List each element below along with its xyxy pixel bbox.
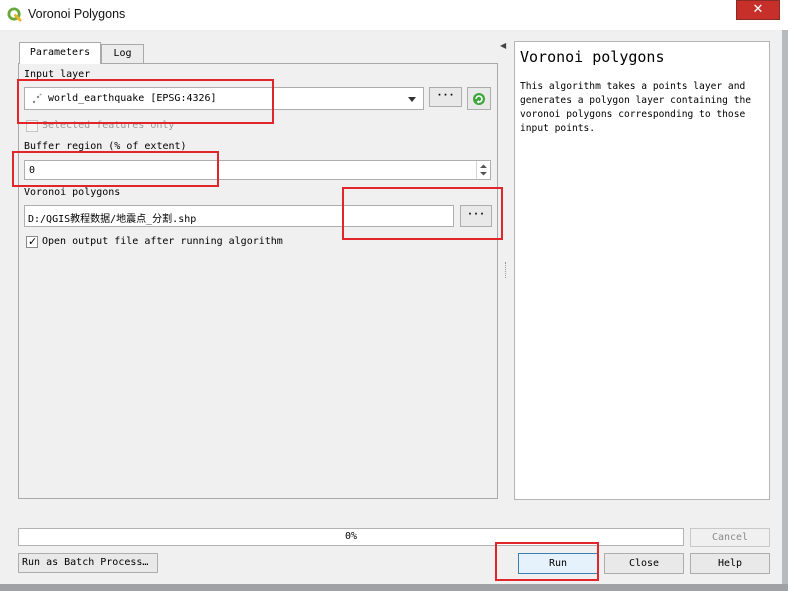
selected-only-checkbox[interactable] (26, 120, 38, 132)
output-file-value: D:/QGIS教程数据/地震点_分割.shp (28, 214, 197, 225)
close-button[interactable]: Close (604, 553, 684, 574)
open-output-label: Open output file after running algorithm (42, 236, 283, 247)
help-button[interactable]: Help (690, 553, 770, 574)
cancel-button[interactable]: Cancel (690, 528, 770, 547)
iterate-button[interactable] (467, 87, 491, 110)
output-label: Voronoi polygons (24, 187, 121, 198)
title-bar: Voronoi Polygons ✕ (0, 0, 788, 30)
buffer-region-label: Buffer region (% of extent) (24, 141, 187, 152)
selected-only-label: Selected features only (42, 120, 175, 131)
buffer-region-value: 0 (29, 165, 36, 176)
iterate-icon (473, 93, 485, 105)
input-layer-label: Input layer (24, 69, 91, 80)
output-file-input[interactable]: D:/QGIS教程数据/地震点_分割.shp (24, 205, 454, 227)
input-layer-combobox[interactable]: world_earthquake [EPSG:4326] (24, 87, 424, 110)
qgis-logo-icon (7, 7, 22, 22)
tab-parameters[interactable]: Parameters (19, 42, 101, 64)
window-title: Voronoi Polygons (28, 7, 126, 21)
help-text: This algorithm takes a points layer and … (520, 81, 752, 134)
progress-bar: 0% (18, 528, 684, 546)
spin-arrows-icon (480, 164, 487, 176)
chevron-down-icon[interactable] (408, 97, 416, 102)
run-button[interactable]: Run (518, 553, 598, 574)
window-close-button[interactable]: ✕ (736, 0, 780, 20)
splitter-handle[interactable] (505, 262, 508, 278)
output-browse-button[interactable]: ··· (460, 205, 492, 227)
collapse-help-icon[interactable]: ◀ (500, 41, 506, 50)
input-layer-browse-button[interactable]: ··· (429, 87, 462, 107)
tab-log[interactable]: Log (101, 44, 144, 63)
input-layer-value: world_earthquake [EPSG:4326] (48, 93, 217, 104)
help-panel: Voronoi polygons This algorithm takes a … (514, 41, 770, 500)
checkmark-icon: ✓ (28, 235, 38, 248)
run-batch-button[interactable]: Run as Batch Process… (18, 553, 158, 573)
help-title: Voronoi polygons (520, 48, 665, 66)
buffer-region-spinbox[interactable]: 0 (24, 160, 491, 180)
point-layer-icon (32, 93, 42, 104)
progress-text: 0% (344, 531, 358, 542)
window-edge-bottom (0, 584, 788, 591)
open-output-checkbox[interactable]: ✓ (26, 235, 38, 248)
spin-buttons[interactable] (476, 161, 490, 179)
window-edge (782, 30, 788, 591)
